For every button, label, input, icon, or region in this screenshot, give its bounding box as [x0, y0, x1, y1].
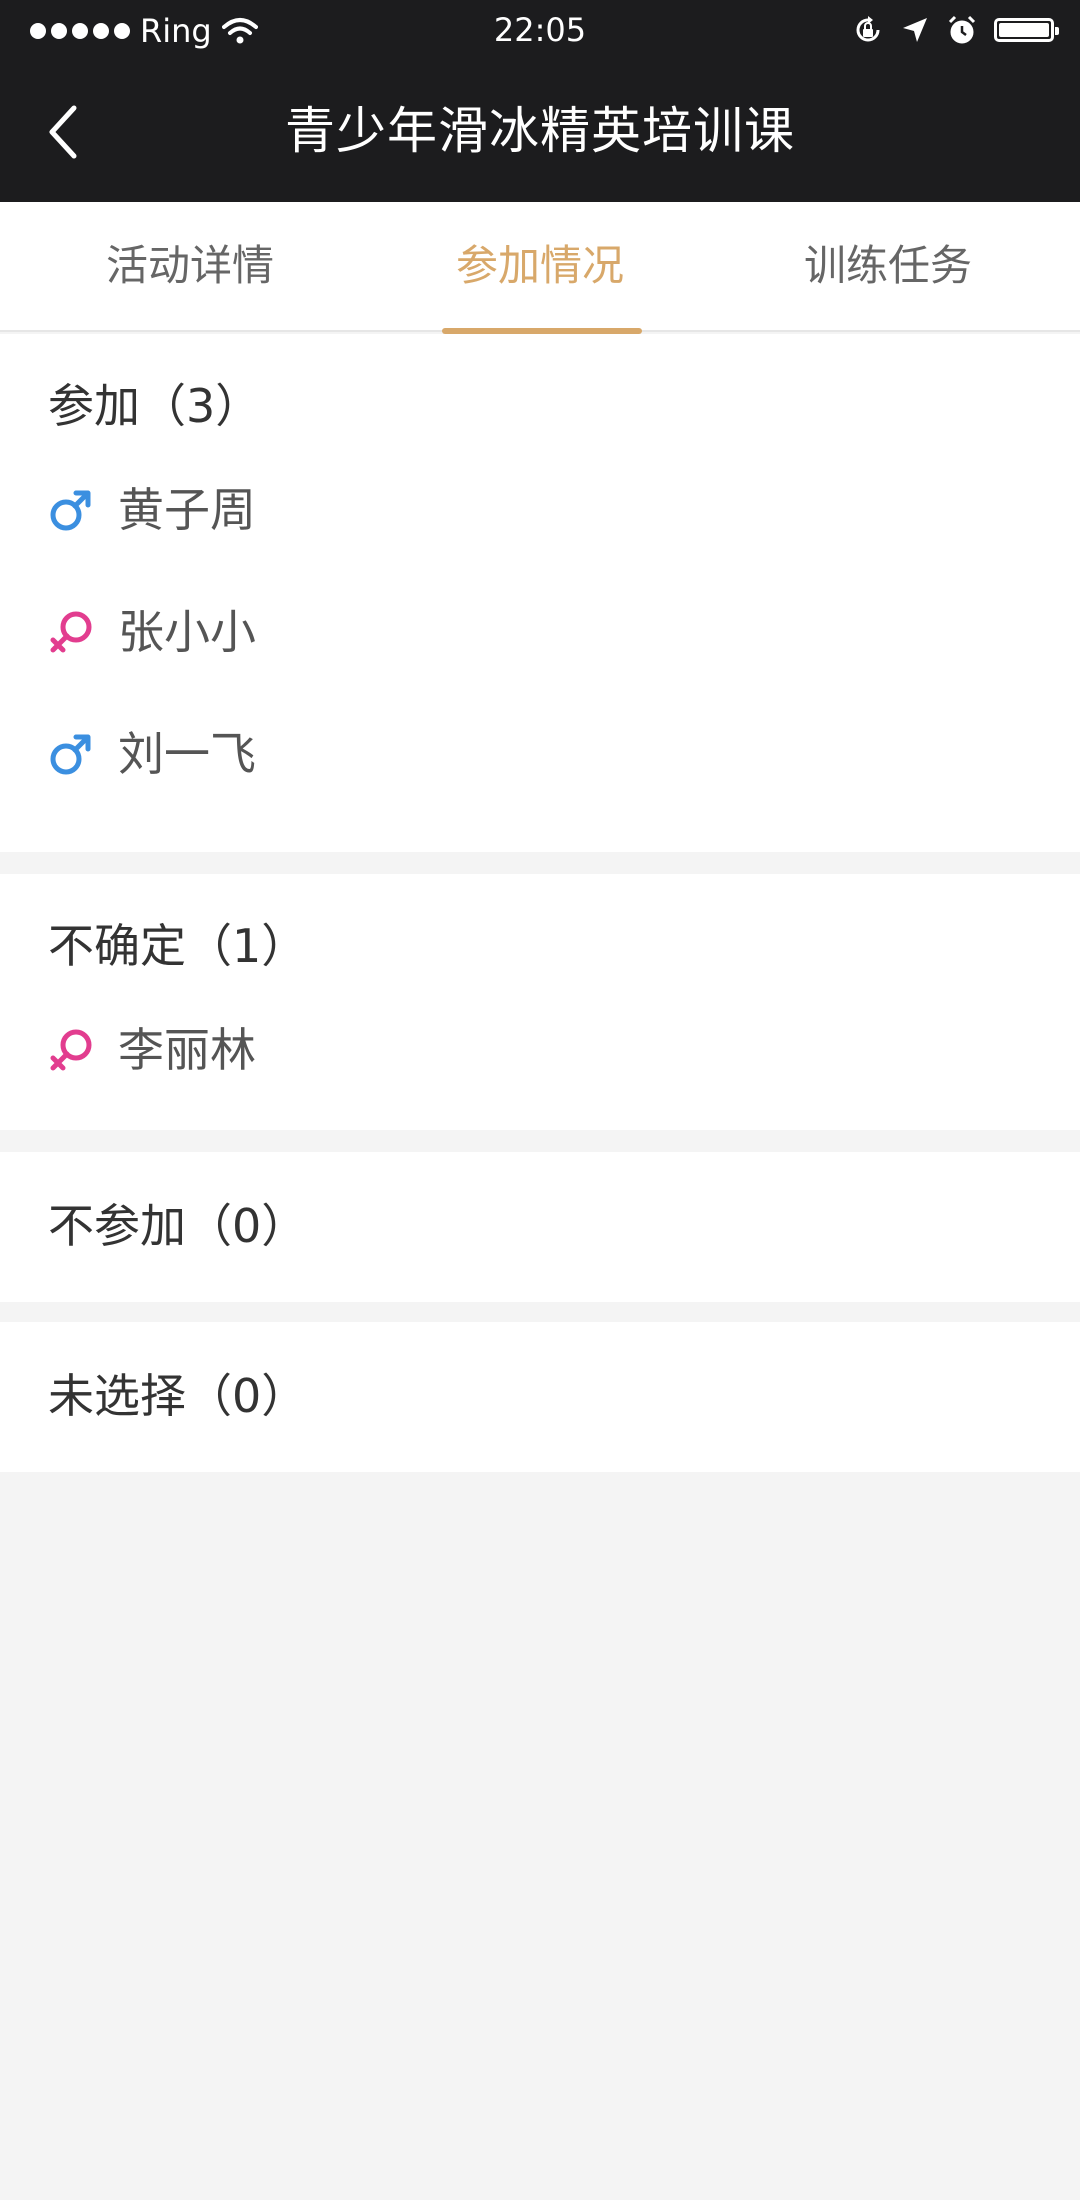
tab-label: 活动详情: [105, 241, 274, 290]
section-attending: 参加（3） 黄子周 张小小 刘一飞: [0, 334, 1080, 852]
location-arrow-icon: [903, 18, 927, 42]
section-not-attending: 不参加（0）: [0, 1152, 1080, 1302]
male-icon: [50, 734, 91, 775]
tab-bar: 活动详情 参加情况 训练任务: [0, 202, 1080, 334]
member-name: 张小小: [118, 605, 256, 659]
male-icon: [50, 490, 91, 531]
female-icon: [50, 1029, 92, 1071]
section-unselected: 未选择（0）: [0, 1322, 1080, 1472]
tab-training-tasks[interactable]: 训练任务: [708, 202, 1068, 332]
page-title: 青少年滑冰精英培训课: [285, 102, 795, 160]
section-title-undecided: 不确定（1）: [48, 919, 308, 973]
tab-label: 参加情况: [455, 241, 624, 290]
rotation-lock-icon: [856, 16, 880, 42]
status-bar: Ring 22:05: [0, 0, 1080, 62]
female-icon: [50, 611, 92, 653]
list-item[interactable]: 黄子周: [48, 480, 256, 540]
list-item[interactable]: 李丽林: [48, 1020, 256, 1080]
tab-participation[interactable]: 参加情况: [360, 202, 720, 334]
member-name: 黄子周: [118, 483, 256, 537]
member-name: 李丽林: [118, 1023, 256, 1077]
list-item[interactable]: 刘一飞: [48, 724, 256, 784]
tab-activity-details[interactable]: 活动详情: [10, 202, 370, 332]
nav-bar: 青少年滑冰精英培训课: [0, 62, 1080, 202]
tab-label: 训练任务: [803, 241, 972, 290]
section-title-attending: 参加（3）: [48, 379, 262, 433]
list-item[interactable]: 张小小: [48, 602, 256, 662]
alarm-icon: [948, 15, 976, 44]
section-title-not-attending: 不参加（0）: [48, 1199, 308, 1253]
member-name: 刘一飞: [118, 727, 256, 781]
section-title-unselected: 未选择（0）: [48, 1369, 308, 1423]
battery-icon: [994, 18, 1059, 42]
section-undecided: 不确定（1） 李丽林: [0, 874, 1080, 1130]
